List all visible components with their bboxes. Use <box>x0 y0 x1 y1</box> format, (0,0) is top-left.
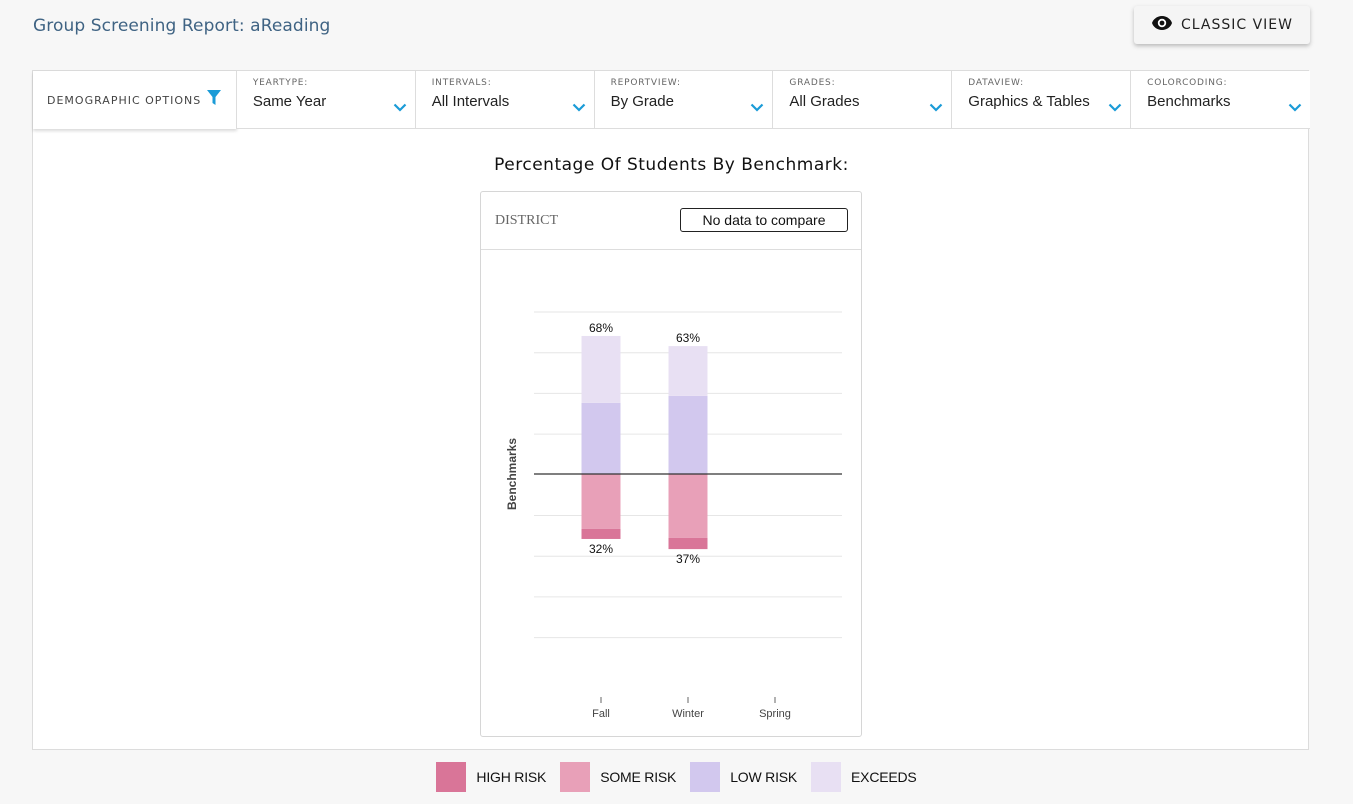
grades-dropdown[interactable]: GRADES: All Grades <box>773 71 953 129</box>
bar-some-risk <box>581 474 621 529</box>
chevron-down-icon <box>572 99 586 117</box>
dropdown-caption: DATAVIEW: <box>968 78 1024 88</box>
chevron-down-icon <box>929 99 943 117</box>
legend-swatch <box>690 762 721 792</box>
dropdown-value: All Grades <box>789 93 860 110</box>
bar-some-risk <box>668 474 708 538</box>
bar-low-risk <box>668 395 708 474</box>
bar-high-risk <box>581 528 621 539</box>
data-label-below: 32% <box>589 542 613 556</box>
dropdown-caption: REPORTVIEW: <box>610 78 681 88</box>
legend-item: HIGH RISK <box>436 762 546 792</box>
report-panel: DEMOGRAPHIC OPTIONS YEARTYPE: Same Year … <box>32 70 1310 750</box>
dropdown-caption: GRADES: <box>789 78 836 88</box>
classic-view-label: CLASSIC VIEW <box>1181 17 1293 33</box>
intervals-dropdown[interactable]: INTERVALS: All Intervals <box>415 71 595 129</box>
demographic-options-button[interactable]: DEMOGRAPHIC OPTIONS <box>33 71 237 129</box>
chart-card-header: DISTRICT No data to compare <box>481 192 861 250</box>
chevron-down-icon <box>1108 99 1122 117</box>
colorcoding-dropdown[interactable]: COLORCODING: Benchmarks <box>1131 71 1310 129</box>
dropdown-value: Benchmarks <box>1147 93 1231 110</box>
legend-label: LOW RISK <box>730 769 798 785</box>
legend-swatch <box>560 762 591 792</box>
chevron-down-icon <box>393 99 407 117</box>
legend-item: LOW RISK <box>690 762 797 792</box>
filter-bar: DEMOGRAPHIC OPTIONS YEARTYPE: Same Year … <box>33 71 1310 130</box>
compare-badge[interactable]: No data to compare <box>680 208 848 232</box>
report-title: Group Screening Report: aReading <box>33 16 331 36</box>
bar-high-risk <box>668 537 708 550</box>
benchmark-chart: Benchmarks 68% 32% Fall 63% 37% Winter Spring <box>505 311 842 720</box>
dropdown-caption: INTERVALS: <box>431 78 492 88</box>
y-axis-label: Benchmarks <box>505 438 519 510</box>
chevron-down-icon <box>750 99 764 117</box>
data-label-above: 63% <box>676 331 700 345</box>
dropdown-caption: COLORCODING: <box>1147 78 1228 88</box>
classic-view-button[interactable]: CLASSIC VIEW <box>1134 6 1310 44</box>
legend-item: EXCEEDS <box>811 762 917 792</box>
dropdown-value: Graphics & Tables <box>968 93 1090 110</box>
legend-swatch <box>811 762 842 792</box>
dataview-dropdown[interactable]: DATAVIEW: Graphics & Tables <box>952 71 1132 129</box>
card-label: DISTRICT <box>495 213 558 228</box>
legend-swatch <box>436 762 467 792</box>
demographic-options-label: DEMOGRAPHIC OPTIONS <box>47 93 202 107</box>
chart-legend: HIGH RISK SOME RISK LOW RISK EXCEEDS <box>0 762 1353 792</box>
bar-low-risk <box>581 402 621 474</box>
data-label-below: 37% <box>676 552 700 566</box>
legend-label: HIGH RISK <box>476 769 547 785</box>
dropdown-value: Same Year <box>252 93 327 110</box>
dropdown-value: All Intervals <box>431 93 510 110</box>
chart-card: DISTRICT No data to compare Benchmarks 68… <box>480 191 862 737</box>
chevron-down-icon <box>1288 99 1302 117</box>
x-tick-label: Spring <box>759 708 791 720</box>
dropdown-value: By Grade <box>610 93 674 110</box>
yeartype-dropdown[interactable]: YEARTYPE: Same Year <box>236 71 416 129</box>
dropdown-caption: YEARTYPE: <box>252 78 309 88</box>
legend-label: SOME RISK <box>600 769 677 785</box>
legend-item: SOME RISK <box>560 762 676 792</box>
bar-exceeds <box>581 335 621 403</box>
eye-icon <box>1151 15 1173 36</box>
legend-label: EXCEEDS <box>851 769 917 785</box>
bar-exceeds <box>668 346 708 396</box>
reportview-dropdown[interactable]: REPORTVIEW: By Grade <box>594 71 774 129</box>
x-tick-label: Winter <box>672 708 704 720</box>
chart-title: Percentage Of Students By Benchmark: <box>494 155 849 175</box>
filter-icon <box>207 89 222 111</box>
data-label-above: 68% <box>589 321 613 335</box>
x-tick-label: Fall <box>592 708 610 720</box>
